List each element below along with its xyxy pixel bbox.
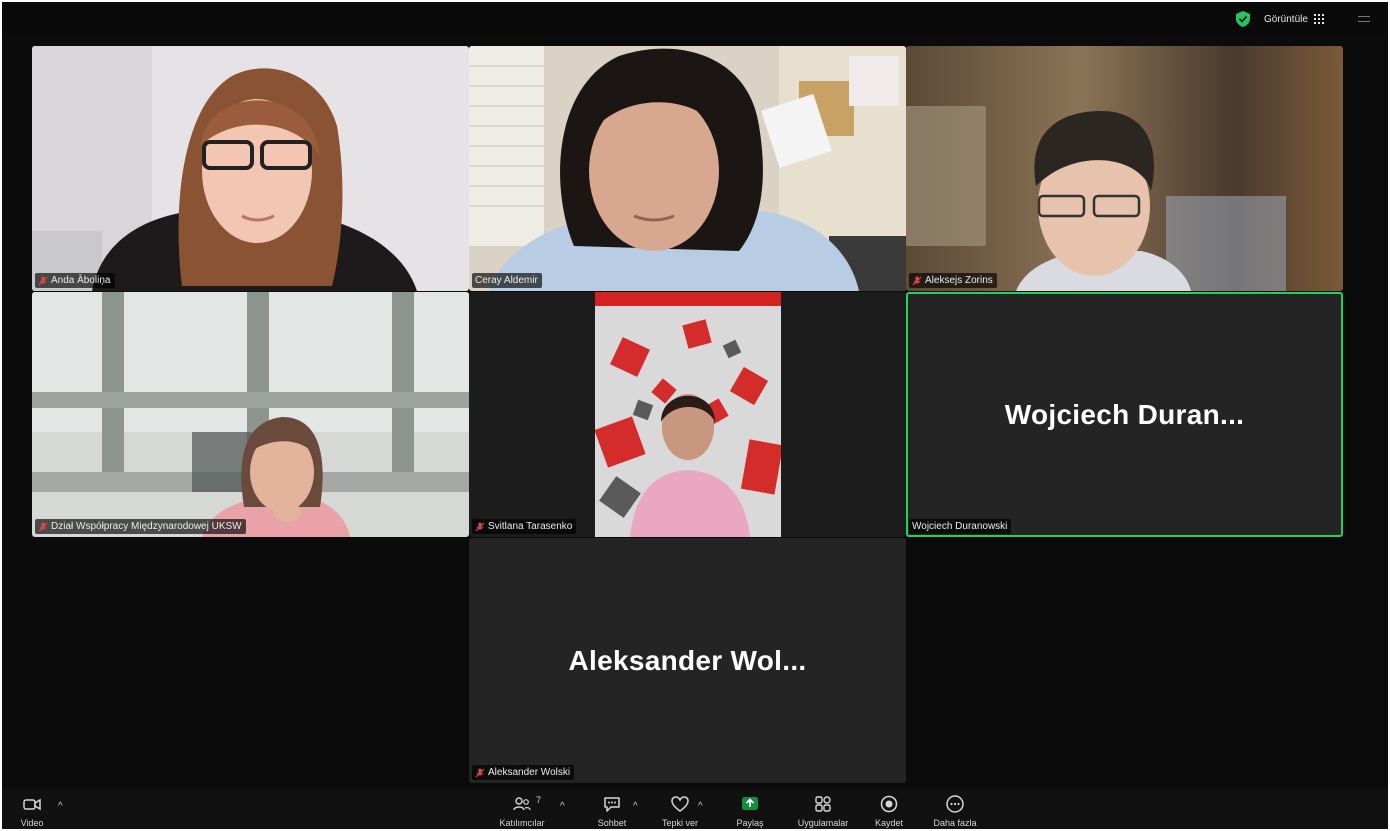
share-screen-icon	[742, 797, 758, 810]
top-bar: Görüntüle	[2, 2, 1388, 36]
participant-video	[595, 292, 781, 537]
share-label: Paylaş	[736, 818, 764, 828]
mic-muted-icon	[38, 522, 48, 531]
participant-name: Anda Āboliņa	[51, 275, 111, 286]
encryption-shield-icon[interactable]	[1236, 11, 1250, 27]
react-button[interactable]: Tepki ver	[645, 793, 715, 829]
participant-name: Aleksejs Zorins	[925, 275, 993, 286]
video-options-chevron-icon[interactable]: ^	[58, 801, 63, 812]
chat-label: Sohbet	[597, 818, 627, 828]
participants-options-chevron-icon[interactable]: ^	[560, 801, 565, 812]
participant-name: Ceray Aldemir	[475, 275, 538, 286]
participant-tile[interactable]: Svitlana Tarasenko	[469, 292, 906, 537]
more-icon	[946, 795, 964, 813]
chat-icon	[604, 797, 620, 812]
record-button[interactable]: Kaydet	[854, 793, 924, 829]
mic-muted-icon	[38, 276, 48, 285]
apps-icon	[815, 796, 831, 812]
participant-tile[interactable]: Wojciech Duran... Wojciech Duranowski	[906, 292, 1343, 537]
view-label: Görüntüle	[1264, 13, 1308, 25]
participants-icon	[513, 797, 531, 811]
participant-display-name: Aleksander Wol...	[568, 644, 807, 676]
apps-button[interactable]: Uygulamalar	[788, 793, 858, 829]
participants-button[interactable]: Katılımcılar	[487, 793, 557, 829]
view-button[interactable]: Görüntüle	[1264, 11, 1324, 27]
participant-name-tag: Aleksejs Zorins	[909, 273, 997, 288]
chat-options-chevron-icon[interactable]: ^	[633, 801, 638, 812]
mic-muted-icon	[475, 768, 485, 777]
participants-count: 7	[536, 795, 542, 805]
participant-name: Svitlana Tarasenko	[488, 521, 573, 532]
meeting-window: Görüntüle Anda Āboliņa Ceray Aldemir Ale…	[2, 2, 1388, 829]
mic-muted-icon	[475, 522, 485, 531]
fullscreen-icon[interactable]	[1358, 16, 1370, 22]
participant-video	[469, 46, 906, 291]
participants-label: Katılımcılar	[499, 818, 545, 828]
participant-tile[interactable]: Aleksejs Zorins	[906, 46, 1343, 291]
participant-name: Dział Współpracy Międzynarodowej UKSW	[51, 521, 242, 532]
react-options-chevron-icon[interactable]: ^	[698, 801, 703, 812]
video-camera-icon	[23, 798, 41, 811]
record-icon	[880, 795, 898, 813]
meeting-toolbar: Video ^ Katılımcılar 7 ^ Sohbet ^ Tepki …	[2, 789, 1388, 829]
participant-tile[interactable]: Dział Współpracy Międzynarodowej UKSW	[32, 292, 469, 537]
more-button[interactable]: Daha fazla	[920, 793, 990, 829]
participant-video	[906, 46, 1343, 291]
more-label: Daha fazla	[933, 818, 977, 828]
heart-icon	[671, 796, 689, 812]
participant-name-tag: Anda Āboliņa	[35, 273, 115, 288]
participant-name-tag: Svitlana Tarasenko	[472, 519, 577, 534]
participant-display-name: Wojciech Duran...	[1004, 398, 1245, 430]
video-label: Video	[20, 818, 44, 828]
participant-tile[interactable]: Ceray Aldemir	[469, 46, 906, 291]
participant-tile[interactable]: Anda Āboliņa	[32, 46, 469, 291]
participant-video	[32, 46, 469, 291]
react-label: Tepki ver	[661, 818, 698, 828]
share-screen-button[interactable]: Paylaş	[715, 793, 785, 829]
participant-name-tag: Ceray Aldemir	[472, 273, 542, 288]
participant-video	[32, 292, 469, 537]
participant-name: Wojciech Duranowski	[912, 521, 1008, 532]
participant-name-tag: Aleksander Wolski	[472, 765, 575, 780]
participant-name: Aleksander Wolski	[488, 767, 571, 778]
grid-view-icon	[1313, 14, 1324, 24]
participant-name-tag: Wojciech Duranowski	[909, 519, 1012, 534]
apps-label: Uygulamalar	[797, 818, 849, 828]
mic-muted-icon	[912, 276, 922, 285]
participant-name-tag: Dział Współpracy Międzynarodowej UKSW	[35, 519, 246, 534]
participant-tile[interactable]: Aleksander Wol... Aleksander Wolski	[469, 538, 906, 783]
record-label: Kaydet	[874, 818, 904, 828]
